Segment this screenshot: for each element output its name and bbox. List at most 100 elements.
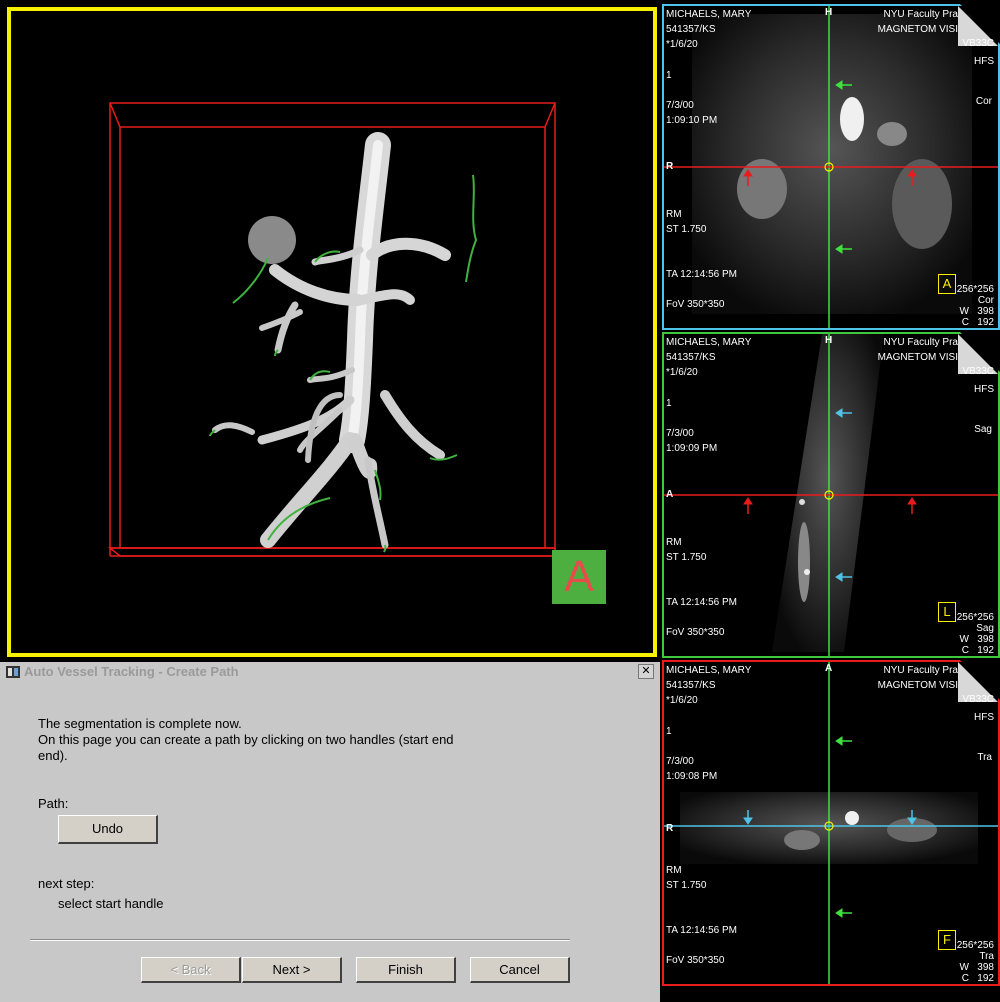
scanner: MAGNETOM VISI <box>877 680 958 691</box>
mpr-view-sagittal[interactable]: MICHAELS, MARY 541357/KS *1/6/20 NYU Fac… <box>662 332 1000 658</box>
plane-label: Cor <box>975 96 992 107</box>
window-width: W 398 <box>959 634 994 645</box>
study-time: 1:09:10 PM <box>666 115 718 126</box>
direction-top: H <box>825 7 833 18</box>
patient-dob: *1/6/20 <box>666 39 698 50</box>
message-line-1: The segmentation is complete now. <box>38 716 242 731</box>
3d-viewport[interactable]: A <box>0 0 660 660</box>
next-step-label: next step: <box>38 876 95 891</box>
institution-info: NYU Faculty Pra MAGNETOM VISI <box>878 7 958 37</box>
plane-label: Sag <box>974 424 992 435</box>
window-info: 256*256 Cor W 398 C 192 <box>957 284 994 328</box>
next-step-value: select start handle <box>58 896 164 911</box>
window-width: W 398 <box>959 962 994 973</box>
image-number: 1 <box>666 70 672 81</box>
scanner: MAGNETOM VISI <box>877 24 958 35</box>
next-button[interactable]: Next > <box>242 957 342 983</box>
acquisition-time: TA 12:14:56 PM <box>666 269 737 280</box>
window-center: C 192 <box>961 973 994 984</box>
matrix: 256*256 <box>956 940 994 951</box>
cancel-button[interactable]: Cancel <box>470 957 570 983</box>
matrix: 256*256 <box>956 612 994 623</box>
image-number: 1 <box>666 726 672 737</box>
patient-id: 541357/KS <box>666 680 716 691</box>
finish-button[interactable]: Finish <box>356 957 456 983</box>
patient-info: MICHAELS, MARY 541357/KS *1/6/20 <box>666 335 751 380</box>
message-line-2: On this page you can create a path by cl… <box>38 732 454 747</box>
orientation-box: A <box>938 274 956 294</box>
patient-name: MICHAELS, MARY <box>666 665 752 676</box>
rm-label: RM <box>666 537 682 548</box>
acquisition-time: TA 12:14:56 PM <box>666 925 737 936</box>
patient-id: 541357/KS <box>666 352 716 363</box>
aorta <box>212 132 451 549</box>
path-label: Path: <box>38 796 69 811</box>
direction-top: A <box>825 663 833 674</box>
study-time: 1:09:08 PM <box>666 771 718 782</box>
orientation-label: A <box>564 552 594 601</box>
institution-info: NYU Faculty Pra MAGNETOM VISI <box>878 335 958 365</box>
institution: NYU Faculty Pra <box>883 337 958 348</box>
study-date: 7/3/00 <box>666 756 694 767</box>
image-number: 1 <box>666 398 672 409</box>
bounding-box <box>107 102 556 557</box>
slice-thickness: ST 1.750 <box>666 224 707 235</box>
field-of-view: FoV 350*350 <box>666 627 725 638</box>
dialog-title-bar[interactable]: Auto Vessel Tracking - Create Path ✕ <box>2 663 658 680</box>
patient-info: MICHAELS, MARY 541357/KS *1/6/20 <box>666 7 751 52</box>
mpr-view-coronal[interactable]: MICHAELS, MARY 541357/KS *1/6/20 NYU Fac… <box>662 4 1000 330</box>
patient-position: HFS <box>974 712 994 723</box>
study-date: 7/3/00 <box>666 428 694 439</box>
auto-vessel-tracking-dialog: Auto Vessel Tracking - Create Path ✕ The… <box>0 662 660 1002</box>
institution: NYU Faculty Pra <box>883 9 958 20</box>
patient-position: HFS <box>974 56 994 67</box>
patient-dob: *1/6/20 <box>666 367 698 378</box>
institution: NYU Faculty Pra <box>883 665 958 676</box>
plane-short: Sag <box>976 623 994 634</box>
patient-info: MICHAELS, MARY 541357/KS *1/6/20 <box>666 663 751 708</box>
slice-thickness: ST 1.750 <box>666 552 707 563</box>
matrix: 256*256 <box>956 284 994 295</box>
sequence-tag: VB33C <box>962 38 994 49</box>
orientation-box: L <box>938 602 956 622</box>
window-width: W 398 <box>959 306 994 317</box>
direction-left: R <box>666 161 674 172</box>
patient-name: MICHAELS, MARY <box>666 9 752 20</box>
sequence-tag: VB33C <box>962 366 994 377</box>
orientation-cube[interactable]: A <box>552 550 606 604</box>
window-center: C 192 <box>961 317 994 328</box>
patient-id: 541357/KS <box>666 24 716 35</box>
window-info: 256*256 Sag W 398 C 192 <box>957 612 994 656</box>
mpr-view-transverse[interactable]: MICHAELS, MARY 541357/KS *1/6/20 NYU Fac… <box>662 660 1000 986</box>
direction-left: R <box>666 823 674 834</box>
study-date: 7/3/00 <box>666 100 694 111</box>
institution-info: NYU Faculty Pra MAGNETOM VISI <box>878 663 958 693</box>
plane-label: Tra <box>977 752 992 763</box>
close-icon[interactable]: ✕ <box>638 664 654 679</box>
undo-button[interactable]: Undo <box>58 815 158 844</box>
scanner: MAGNETOM VISI <box>877 352 958 363</box>
back-button[interactable]: < Back <box>141 957 241 983</box>
spleen <box>248 216 296 264</box>
app-icon <box>6 666 20 678</box>
direction-left: A <box>666 489 674 500</box>
study-time: 1:09:09 PM <box>666 443 718 454</box>
rm-label: RM <box>666 865 682 876</box>
window-info: 256*256 Tra W 398 C 192 <box>957 940 994 984</box>
rm-label: RM <box>666 209 682 220</box>
acquisition-time: TA 12:14:56 PM <box>666 597 737 608</box>
message-line-3: end). <box>38 748 68 763</box>
patient-dob: *1/6/20 <box>666 695 698 706</box>
sequence-tag: VB33C <box>962 694 994 705</box>
slice-thickness: ST 1.750 <box>666 880 707 891</box>
dialog-separator <box>30 939 570 941</box>
plane-short: Cor <box>977 295 994 306</box>
orientation-box: F <box>938 930 956 950</box>
field-of-view: FoV 350*350 <box>666 299 725 310</box>
patient-name: MICHAELS, MARY <box>666 337 752 348</box>
direction-top: H <box>825 335 833 346</box>
dialog-title: Auto Vessel Tracking - Create Path <box>24 664 239 679</box>
patient-position: HFS <box>974 384 994 395</box>
window-center: C 192 <box>961 645 994 656</box>
plane-short: Tra <box>979 951 994 962</box>
